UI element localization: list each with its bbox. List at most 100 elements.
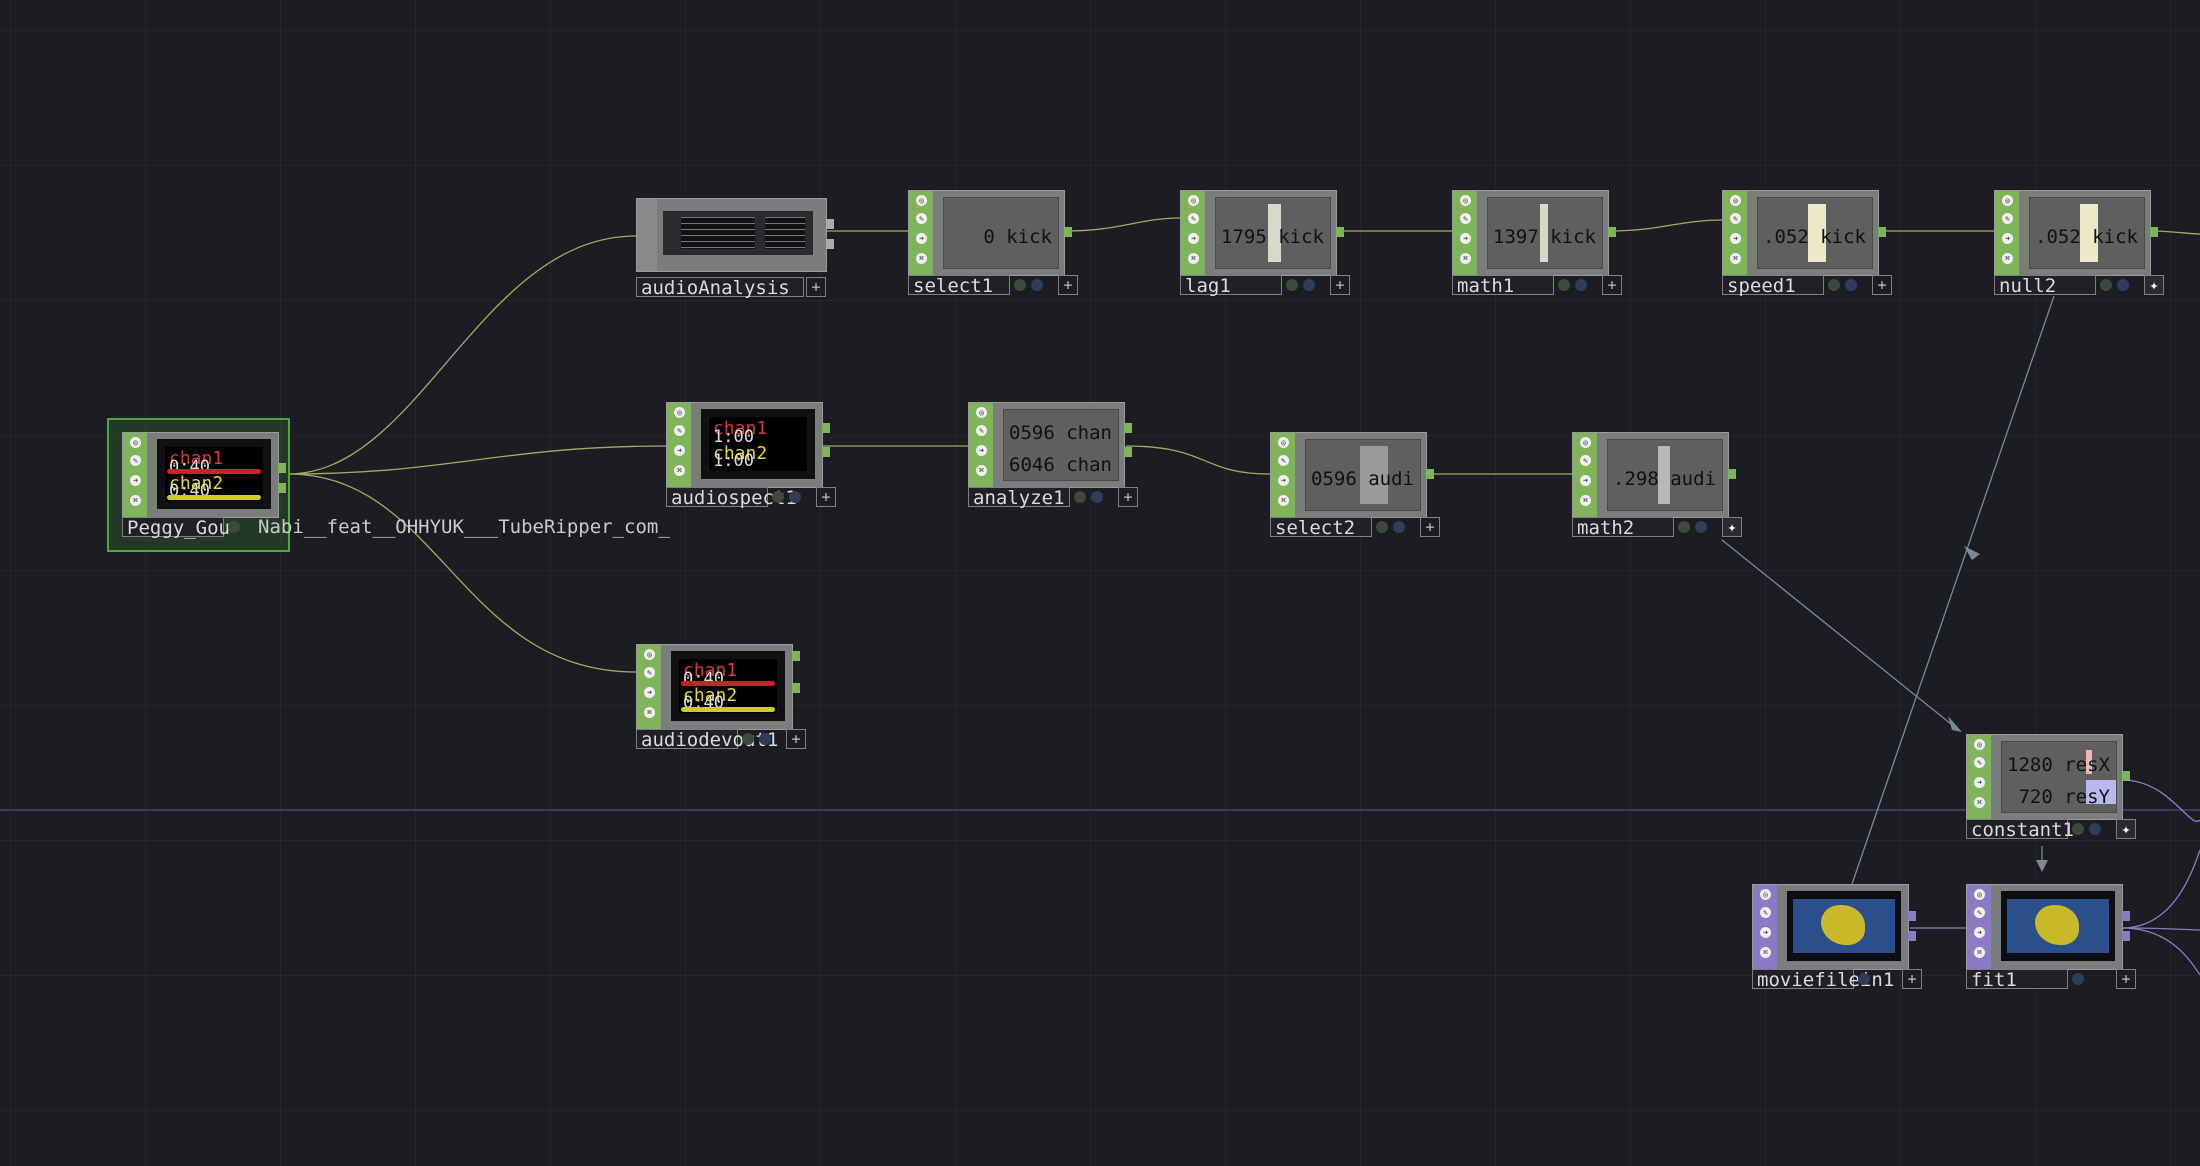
lock-icon[interactable]: ⌘ (916, 253, 927, 264)
cook-icon[interactable]: ➜ (1974, 927, 1985, 938)
flag-dot[interactable] (789, 491, 801, 503)
node-name[interactable]: select1 (908, 275, 1010, 296)
bypass-icon[interactable]: ✎ (1974, 757, 1985, 768)
node-name[interactable]: analyze1 (968, 487, 1070, 508)
flag-dot[interactable] (1074, 491, 1086, 503)
output-port[interactable] (826, 219, 834, 229)
viewer-icon[interactable]: ◎ (674, 407, 685, 418)
bypass-icon[interactable]: ✎ (1460, 213, 1471, 224)
plus-icon[interactable]: + (806, 277, 826, 297)
output-port[interactable] (2150, 227, 2158, 237)
viewer-icon[interactable]: ◎ (1730, 195, 1741, 206)
output-port[interactable] (1124, 423, 1132, 433)
plus-icon[interactable]: + (786, 729, 806, 749)
node-audiospect1[interactable]: ◎ ✎ ➜ ⌘ chan1 1:00 chan2 1:00 audiospect… (666, 402, 836, 510)
node-name[interactable]: Peggy_Gou (122, 517, 230, 538)
cook-icon[interactable]: ➜ (1580, 475, 1591, 486)
flag-dot[interactable] (1858, 973, 1870, 985)
lock-icon[interactable]: ⌘ (1760, 947, 1771, 958)
node-name[interactable]: select2 (1270, 517, 1372, 538)
output-port[interactable] (278, 463, 286, 473)
flag-dot[interactable] (2089, 823, 2101, 835)
bypass-icon[interactable]: ✎ (130, 455, 141, 466)
flag-dot[interactable] (772, 491, 784, 503)
output-port[interactable] (1908, 911, 1916, 921)
cook-icon[interactable]: ➜ (1730, 233, 1741, 244)
node-name[interactable]: audiospect1 (666, 487, 797, 508)
cook-icon[interactable]: ➜ (674, 445, 685, 456)
cook-icon[interactable]: ➜ (1460, 233, 1471, 244)
output-port[interactable] (1908, 931, 1916, 941)
node-name[interactable]: speed1 (1722, 275, 1824, 296)
node-peggy-gou[interactable]: ◎ ✎ ➜ ⌘ chan1 0:40 chan2 0:40 Peggy_Gou (122, 432, 286, 540)
lock-icon[interactable]: ⌘ (1730, 253, 1741, 264)
lock-icon[interactable]: ⌘ (130, 495, 141, 506)
viewer-icon[interactable]: ◎ (644, 649, 655, 660)
cook-icon[interactable]: ➜ (916, 233, 927, 244)
node-audioanalysis[interactable]: audioAnalysis + (636, 198, 834, 306)
output-port[interactable] (2122, 931, 2130, 941)
viewer-icon[interactable]: ◎ (1974, 739, 1985, 750)
bypass-icon[interactable]: ✎ (674, 425, 685, 436)
node-audiodevout1[interactable]: ◎ ✎ ➜ ⌘ chan1 0:40 chan2 0:40 audiodevou… (636, 644, 806, 752)
node-math2[interactable]: ◎ ✎ ➜ ⌘ .298 audi math2 ✦ (1572, 432, 1742, 540)
plus-icon[interactable]: + (1118, 487, 1138, 507)
flag-dot[interactable] (1286, 279, 1298, 291)
viewer-icon[interactable]: ◎ (130, 437, 141, 448)
viewer-icon[interactable]: ◎ (976, 407, 987, 418)
output-port[interactable] (2122, 911, 2130, 921)
flag-dot[interactable] (2072, 973, 2084, 985)
lock-icon[interactable]: ⌘ (1974, 797, 1985, 808)
bypass-icon[interactable]: ✎ (916, 213, 927, 224)
viewer-icon[interactable]: ◎ (1580, 437, 1591, 448)
plus-icon[interactable]: + (1902, 969, 1922, 989)
plus-icon[interactable]: + (1058, 275, 1078, 295)
lock-icon[interactable]: ⌘ (976, 465, 987, 476)
node-analyze1[interactable]: ◎ ✎ ➜ ⌘ 0596 chan 6046 chan analyze1 + (968, 402, 1138, 510)
viewer-icon[interactable]: ◎ (1760, 889, 1771, 900)
output-port[interactable] (1728, 469, 1736, 479)
node-name[interactable]: constant1 (1966, 819, 2074, 840)
plus-icon[interactable]: + (1602, 275, 1622, 295)
node-speed1[interactable]: ◎ ✎ ➜ ⌘ .052 kick speed1 + (1722, 190, 1892, 298)
viewer-icon[interactable]: ◎ (1974, 889, 1985, 900)
node-name[interactable]: lag1 (1180, 275, 1282, 296)
flag-dot[interactable] (1014, 279, 1026, 291)
node-select1[interactable]: ◎ ✎ ➜ ⌘ 0 kick select1 + (908, 190, 1078, 298)
bypass-icon[interactable]: ✎ (1580, 455, 1591, 466)
bypass-icon[interactable]: ✎ (644, 667, 655, 678)
flag-dot[interactable] (1845, 279, 1857, 291)
output-port[interactable] (1064, 227, 1072, 237)
viewer-icon[interactable]: ◎ (1460, 195, 1471, 206)
flag-dot[interactable] (1031, 279, 1043, 291)
node-name[interactable]: math1 (1452, 275, 1554, 296)
cook-icon[interactable]: ➜ (644, 687, 655, 698)
bypass-icon[interactable]: ✎ (976, 425, 987, 436)
viewer-icon[interactable]: ◎ (1278, 437, 1289, 448)
cook-icon[interactable]: ➜ (976, 445, 987, 456)
flag-dot[interactable] (742, 733, 754, 745)
bypass-icon[interactable]: ✎ (1278, 455, 1289, 466)
viewer-icon[interactable]: ◎ (1188, 195, 1199, 206)
bypass-icon[interactable]: ✎ (1974, 907, 1985, 918)
node-select2[interactable]: ◎ ✎ ➜ ⌘ 0596 audi select2 + (1270, 432, 1440, 540)
flag-dot[interactable] (2117, 279, 2129, 291)
cook-icon[interactable]: ➜ (1188, 233, 1199, 244)
output-port[interactable] (278, 483, 286, 493)
lock-icon[interactable]: ⌘ (644, 707, 655, 718)
cook-icon[interactable]: ➜ (2002, 233, 2013, 244)
lock-icon[interactable]: ⌘ (1974, 947, 1985, 958)
bypass-icon[interactable]: ✎ (2002, 213, 2013, 224)
bypass-icon[interactable]: ✎ (1730, 213, 1741, 224)
node-name[interactable]: math2 (1572, 517, 1674, 538)
node-lag1[interactable]: ◎ ✎ ➜ ⌘ 1795 kick lag1 + (1180, 190, 1350, 298)
cook-icon[interactable]: ➜ (1760, 927, 1771, 938)
flag-dot[interactable] (228, 521, 240, 533)
flag-dot[interactable] (1303, 279, 1315, 291)
flag-dot[interactable] (1828, 279, 1840, 291)
node-constant1[interactable]: ◎ ✎ ➜ ⌘ 1280 resX 720 resY constant1 ✦ (1966, 734, 2136, 842)
output-port[interactable] (1878, 227, 1886, 237)
output-port[interactable] (792, 651, 800, 661)
node-name[interactable]: moviefilein1 (1752, 969, 1894, 990)
cook-icon[interactable]: ➜ (1974, 777, 1985, 788)
